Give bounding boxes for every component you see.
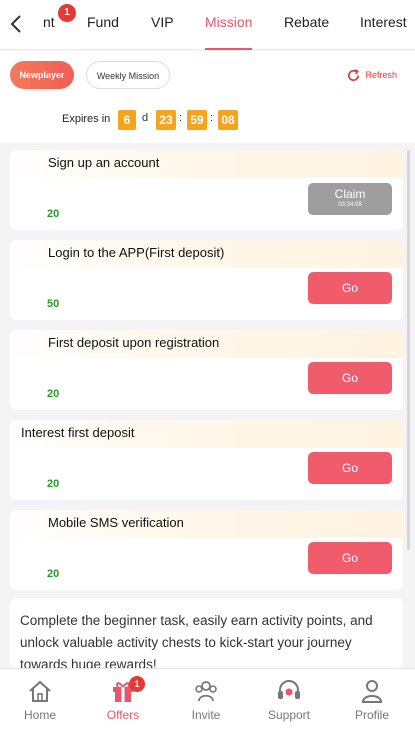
task-card: Mobile SMS verification 20 Go xyxy=(10,510,403,590)
task-points: 20 xyxy=(47,208,60,220)
task-card: Login to the APP(First deposit) 50 Go xyxy=(10,240,403,320)
nav-label: Support xyxy=(267,708,311,722)
nav-offers[interactable]: Offers 1 xyxy=(88,676,158,722)
nav-profile[interactable]: Profile xyxy=(337,677,407,722)
task-title: Interest first deposit xyxy=(21,425,135,440)
task-points: 50 xyxy=(47,298,60,310)
tab-interest[interactable]: Interest xyxy=(360,0,407,50)
users-icon xyxy=(195,681,217,702)
expires-label: Expires in xyxy=(62,113,111,125)
tab-label: nt xyxy=(43,14,55,30)
nav-label: Offers xyxy=(106,708,140,722)
go-button[interactable]: Go xyxy=(308,362,392,394)
nav-support[interactable]: Support xyxy=(254,677,324,722)
task-title: Login to the APP(First deposit) xyxy=(48,245,225,260)
time-separator: : xyxy=(210,112,214,124)
tab-account[interactable]: nt 1 xyxy=(43,0,76,50)
task-card: Interest first deposit 20 Go xyxy=(10,420,403,500)
nav-label: Profile xyxy=(354,708,389,722)
go-button[interactable]: Go xyxy=(308,272,392,304)
home-icon xyxy=(29,680,51,702)
nav-badge: 1 xyxy=(129,676,145,692)
tab-vip[interactable]: VIP xyxy=(151,0,174,50)
nav-invite[interactable]: Invite xyxy=(171,677,241,722)
tab-fund[interactable]: Fund xyxy=(87,0,119,50)
go-button[interactable]: Go xyxy=(308,542,392,574)
minutes-value: 59 xyxy=(187,110,207,130)
task-points: 20 xyxy=(47,568,60,580)
refresh-button[interactable]: Refresh xyxy=(346,67,397,83)
nav-label: Home xyxy=(23,708,56,722)
refresh-icon xyxy=(348,68,360,81)
tab-badge: 1 xyxy=(58,4,76,22)
seconds-value: 08 xyxy=(218,110,238,130)
task-points: 20 xyxy=(47,478,60,490)
bottom-navigation: Home Offers 1 Invite Support Profile xyxy=(0,668,415,738)
newplayer-filter-button[interactable]: Newplayer xyxy=(10,61,74,89)
days-value: 6 xyxy=(118,110,136,130)
time-separator: : xyxy=(179,112,183,124)
task-title: Sign up an account xyxy=(48,155,160,170)
list-scrollbar[interactable] xyxy=(407,150,410,550)
mission-description: Complete the beginner task, easily earn … xyxy=(10,598,403,668)
tab-mission[interactable]: Mission xyxy=(205,0,253,50)
task-title: First deposit upon registration xyxy=(48,335,220,350)
back-arrow-icon[interactable] xyxy=(8,13,26,35)
profile-icon xyxy=(361,680,383,703)
claim-button[interactable]: Claim 03:34:08 xyxy=(308,183,392,215)
top-tab-bar: nt 1 Fund VIP Mission Rebate Interest xyxy=(0,0,415,50)
claim-label: Claim xyxy=(334,187,366,201)
task-card: Sign up an account 20 Claim 03:34:08 xyxy=(10,150,403,230)
refresh-label: Refresh xyxy=(365,70,397,80)
expiry-countdown: Expires in 6 d 23 : 59 : 08 xyxy=(0,99,415,143)
category-tabs: nt 1 Fund VIP Mission Rebate Interest xyxy=(40,0,415,50)
task-title: Mobile SMS verification xyxy=(48,515,184,530)
nav-label: Invite xyxy=(191,708,221,722)
mission-filter-bar: Newplayer Weekly Mission Refresh xyxy=(0,51,415,99)
task-card: First deposit upon registration 20 Go xyxy=(10,330,403,410)
headset-icon xyxy=(278,680,300,699)
tab-rebate[interactable]: Rebate xyxy=(284,0,329,50)
days-unit: d xyxy=(142,112,149,124)
nav-home[interactable]: Home xyxy=(5,677,75,722)
weekly-mission-filter-button[interactable]: Weekly Mission xyxy=(86,61,170,89)
claim-countdown: 03:34:08 xyxy=(338,202,362,208)
go-button[interactable]: Go xyxy=(308,452,392,484)
hours-value: 23 xyxy=(156,110,176,130)
task-points: 20 xyxy=(47,388,60,400)
